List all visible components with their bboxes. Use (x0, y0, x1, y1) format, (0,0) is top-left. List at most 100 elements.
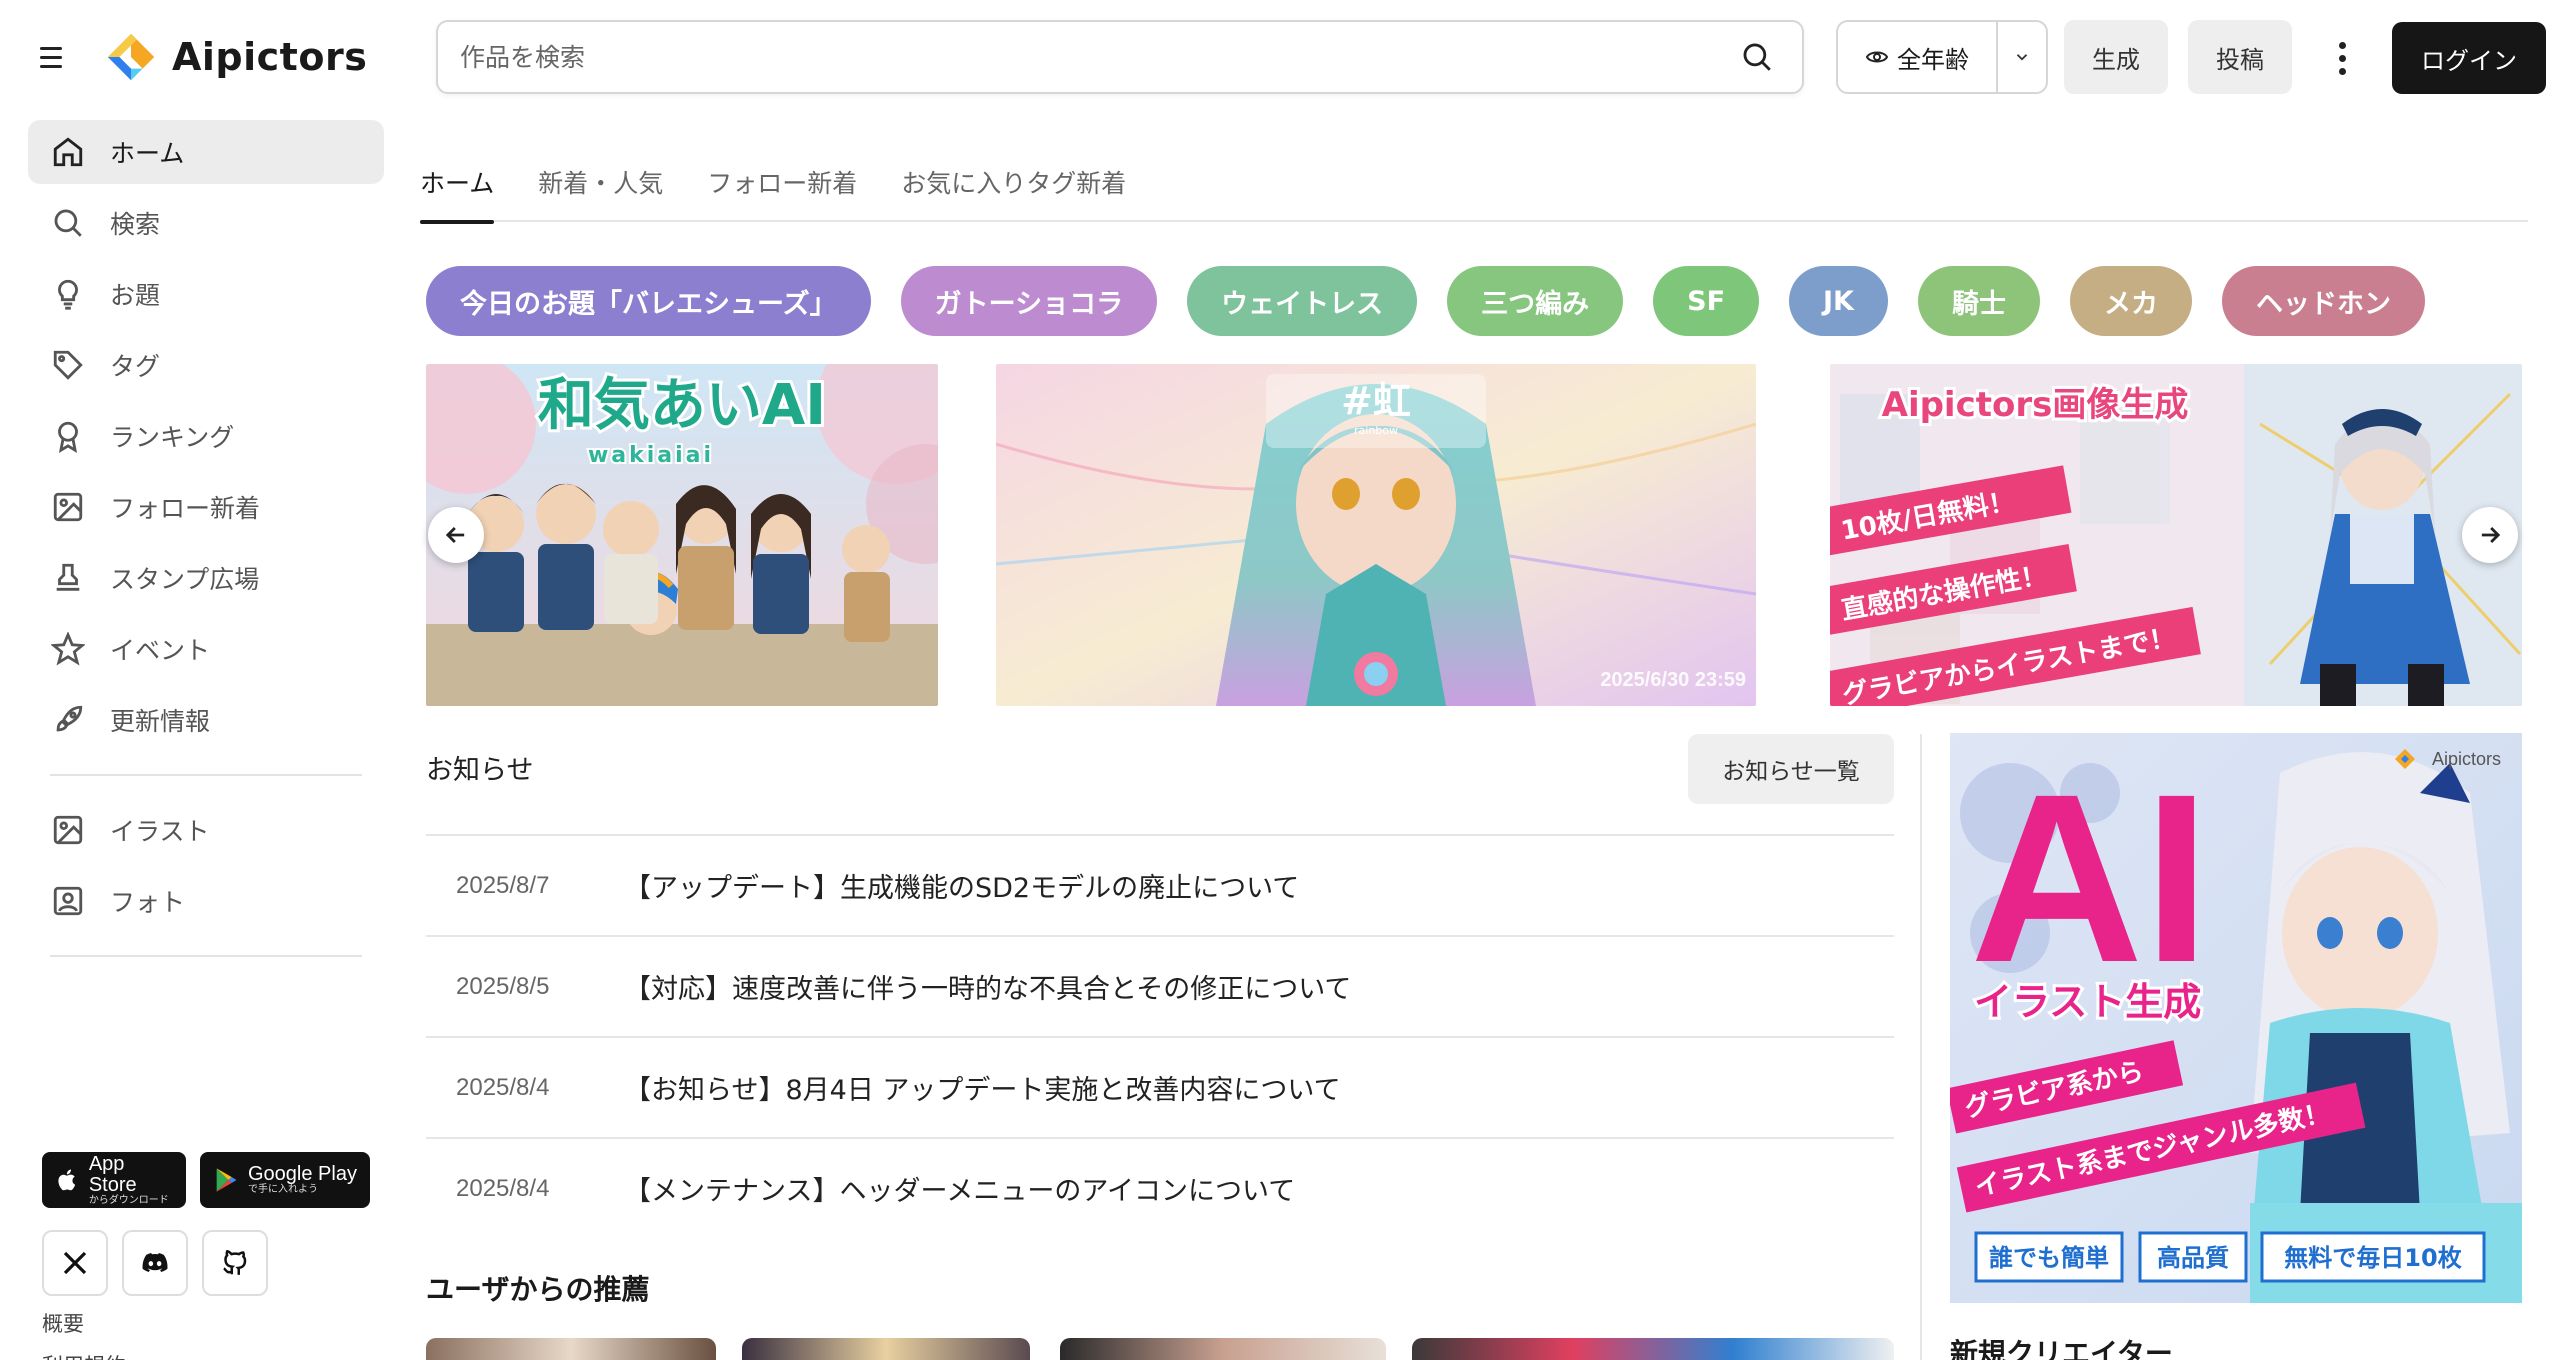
sidebar-item-label: タグ (110, 352, 161, 381)
social-links (42, 1230, 268, 1296)
tag-icon (50, 347, 86, 383)
more-menu-button[interactable] (2314, 28, 2370, 88)
banner-rainbow-art: #虹 rainbow 2025/6/30 23:59 (996, 364, 1756, 706)
chip-tag[interactable]: ウェイトレス (1187, 266, 1418, 336)
recommend-thumb[interactable] (1060, 1338, 1386, 1360)
about-link[interactable]: 概要 (42, 1308, 84, 1338)
age-filter: 全年齢 (1836, 20, 2048, 94)
news-item[interactable]: 2025/8/4 【お知らせ】8月4日 アップデート実施と改善内容について (426, 1036, 1894, 1137)
app-store-sub: からダウンロード (88, 1194, 169, 1206)
sidebar-item-stamps[interactable]: スタンプ広場 (28, 546, 384, 610)
sidebar-item-search[interactable]: 検索 (28, 191, 384, 255)
chip-tag[interactable]: ヘッドホン (2221, 266, 2425, 336)
login-button[interactable]: ログイン (2392, 22, 2546, 94)
sidebar-item-illust[interactable]: イラスト (28, 798, 384, 862)
sidebar-item-ranking[interactable]: ランキング (28, 404, 384, 468)
chip-tag[interactable]: メカ (2069, 266, 2192, 336)
new-creators-title: 新規クリエイター (1950, 1337, 2173, 1360)
sidebar-item-label: イベント (110, 636, 211, 665)
sidebar-item-home[interactable]: ホーム (28, 120, 384, 184)
chip-tag[interactable]: JK (1789, 266, 1888, 336)
banner-rainbow[interactable]: #虹 rainbow 2025/6/30 23:59 (996, 364, 1756, 706)
image-icon (50, 489, 86, 525)
news-all-button[interactable]: お知らせ一覧 (1688, 734, 1894, 804)
app-store-button[interactable]: App Store からダウンロード (42, 1152, 186, 1208)
banner-rainbow-subtitle: rainbow (1354, 424, 1398, 437)
search-bar (436, 20, 1804, 94)
banner-wakiaiai[interactable]: 和気あいAI wakiaiai (426, 364, 938, 706)
sidebar-item-label: ランキング (110, 423, 235, 452)
tab-favorite-tags[interactable]: お気に入りタグ新着 (901, 160, 1126, 222)
sidebar-item-photo[interactable]: フォト (28, 869, 384, 933)
news-text: 【対応】速度改善に伴う一時的な不具合とその修正について (624, 974, 1352, 1005)
recommend-thumb[interactable] (426, 1338, 716, 1360)
recommend-thumb[interactable] (742, 1338, 1030, 1360)
github-link[interactable] (202, 1230, 268, 1296)
chip-tag[interactable]: 三つ編み (1447, 266, 1624, 336)
carousel-prev-button[interactable] (428, 507, 484, 563)
chip-tag[interactable]: SF (1653, 266, 1760, 336)
terms-link[interactable]: 利用規約 (42, 1350, 126, 1360)
sidebar-divider (50, 955, 362, 957)
news-list: 2025/8/7 【アップデート】生成機能のSD2モデルの廃止について 2025… (426, 834, 1894, 1238)
google-play-icon (216, 1168, 237, 1192)
star-icon (50, 631, 86, 667)
news-date: 2025/8/7 (456, 871, 550, 899)
news-item[interactable]: 2025/8/5 【対応】速度改善に伴う一時的な不具合とその修正について (426, 935, 1894, 1036)
photo-icon (50, 883, 86, 919)
brand-name[interactable]: Aipictors (172, 35, 367, 79)
tab-home[interactable]: ホーム (420, 160, 495, 224)
carousel-next-button[interactable] (2462, 507, 2518, 563)
tab-follow-new[interactable]: フォロー新着 (707, 160, 857, 222)
chip-daily-theme[interactable]: 今日のお題「バレエシューズ」 (426, 266, 871, 336)
ad-badge-free: 無料で毎日10枚 (2284, 1244, 2461, 1272)
x-icon (63, 1251, 87, 1275)
google-play-label: Google Play (248, 1163, 357, 1186)
sidebar-item-follow-new[interactable]: フォロー新着 (28, 475, 384, 539)
news-item[interactable]: 2025/8/7 【アップデート】生成機能のSD2モデルの廃止について (426, 834, 1894, 935)
age-filter-dropdown[interactable] (1996, 22, 2046, 92)
x-link[interactable] (42, 1230, 108, 1296)
arrow-left-icon (445, 527, 465, 543)
news-item[interactable]: 2025/8/4 【メンテナンス】ヘッダーメニューのアイコンについて (426, 1137, 1894, 1238)
search-input[interactable] (438, 42, 1740, 72)
ad-badge-easy: 誰でも簡単 (1989, 1244, 2109, 1272)
tab-new-popular[interactable]: 新着・人気 (538, 160, 663, 222)
sidebar-item-label: 検索 (110, 210, 161, 239)
banner-image-generation-art: Aipictors画像生成 10枚/日無料！ 直感的な操作性！ グラビアからイラ… (1830, 364, 2522, 706)
main-tabs: ホーム 新着・人気 フォロー新着 お気に入りタグ新着 (420, 160, 2528, 224)
banner-rainbow-deadline: 2025/6/30 23:59 (1600, 669, 1746, 691)
aipictors-logo[interactable] (102, 28, 160, 86)
arrow-right-icon (2481, 527, 2501, 543)
discord-icon (142, 1253, 168, 1272)
lightbulb-icon (50, 276, 86, 312)
news-text: 【メンテナンス】ヘッダーメニューのアイコンについて (624, 1176, 1296, 1207)
sidebar-divider (50, 774, 362, 776)
search-icon[interactable] (1740, 40, 1774, 74)
menu-toggle-button[interactable] (40, 40, 74, 74)
image-icon (50, 812, 86, 848)
sidebar-item-label: お題 (110, 281, 161, 310)
google-play-button[interactable]: Google Play で手に入れよう (200, 1152, 370, 1208)
ad-banner[interactable]: Aipictors AI イラスト生成 グラビア系から イラスト系までジャンル多… (1950, 733, 2522, 1303)
sidebar-item-events[interactable]: イベント (28, 617, 384, 681)
post-button[interactable]: 投稿 (2188, 20, 2292, 94)
banner-carousel: 和気あいAI wakiaiai #虹 rainbow 2025/6/30 23:… (426, 364, 2522, 706)
sidebar-item-tags[interactable]: タグ (28, 333, 384, 397)
sidebar-item-updates[interactable]: 更新情報 (28, 688, 384, 752)
banner-image-generation[interactable]: Aipictors画像生成 10枚/日無料！ 直感的な操作性！ グラビアからイラ… (1830, 364, 2522, 706)
ad-badge-quality: 高品質 (2157, 1244, 2229, 1272)
news-date: 2025/8/4 (456, 1174, 550, 1202)
age-filter-button[interactable]: 全年齢 (1838, 40, 1996, 75)
app-store-badges: App Store からダウンロード Google Play で手に入れよう (42, 1152, 370, 1208)
banner-rainbow-title: #虹 (1341, 379, 1411, 423)
discord-link[interactable] (122, 1230, 188, 1296)
brand: Aipictors (40, 26, 367, 88)
chip-tag[interactable]: 騎士 (1917, 266, 2040, 336)
chip-tag[interactable]: ガトーショコラ (900, 266, 1158, 336)
news-text: 【お知らせ】8月4日 アップデート実施と改善内容について (624, 1075, 1341, 1106)
recommend-thumb[interactable] (1412, 1338, 1894, 1360)
award-icon (50, 418, 86, 454)
sidebar-item-themes[interactable]: お題 (28, 262, 384, 326)
generate-button[interactable]: 生成 (2064, 20, 2168, 94)
